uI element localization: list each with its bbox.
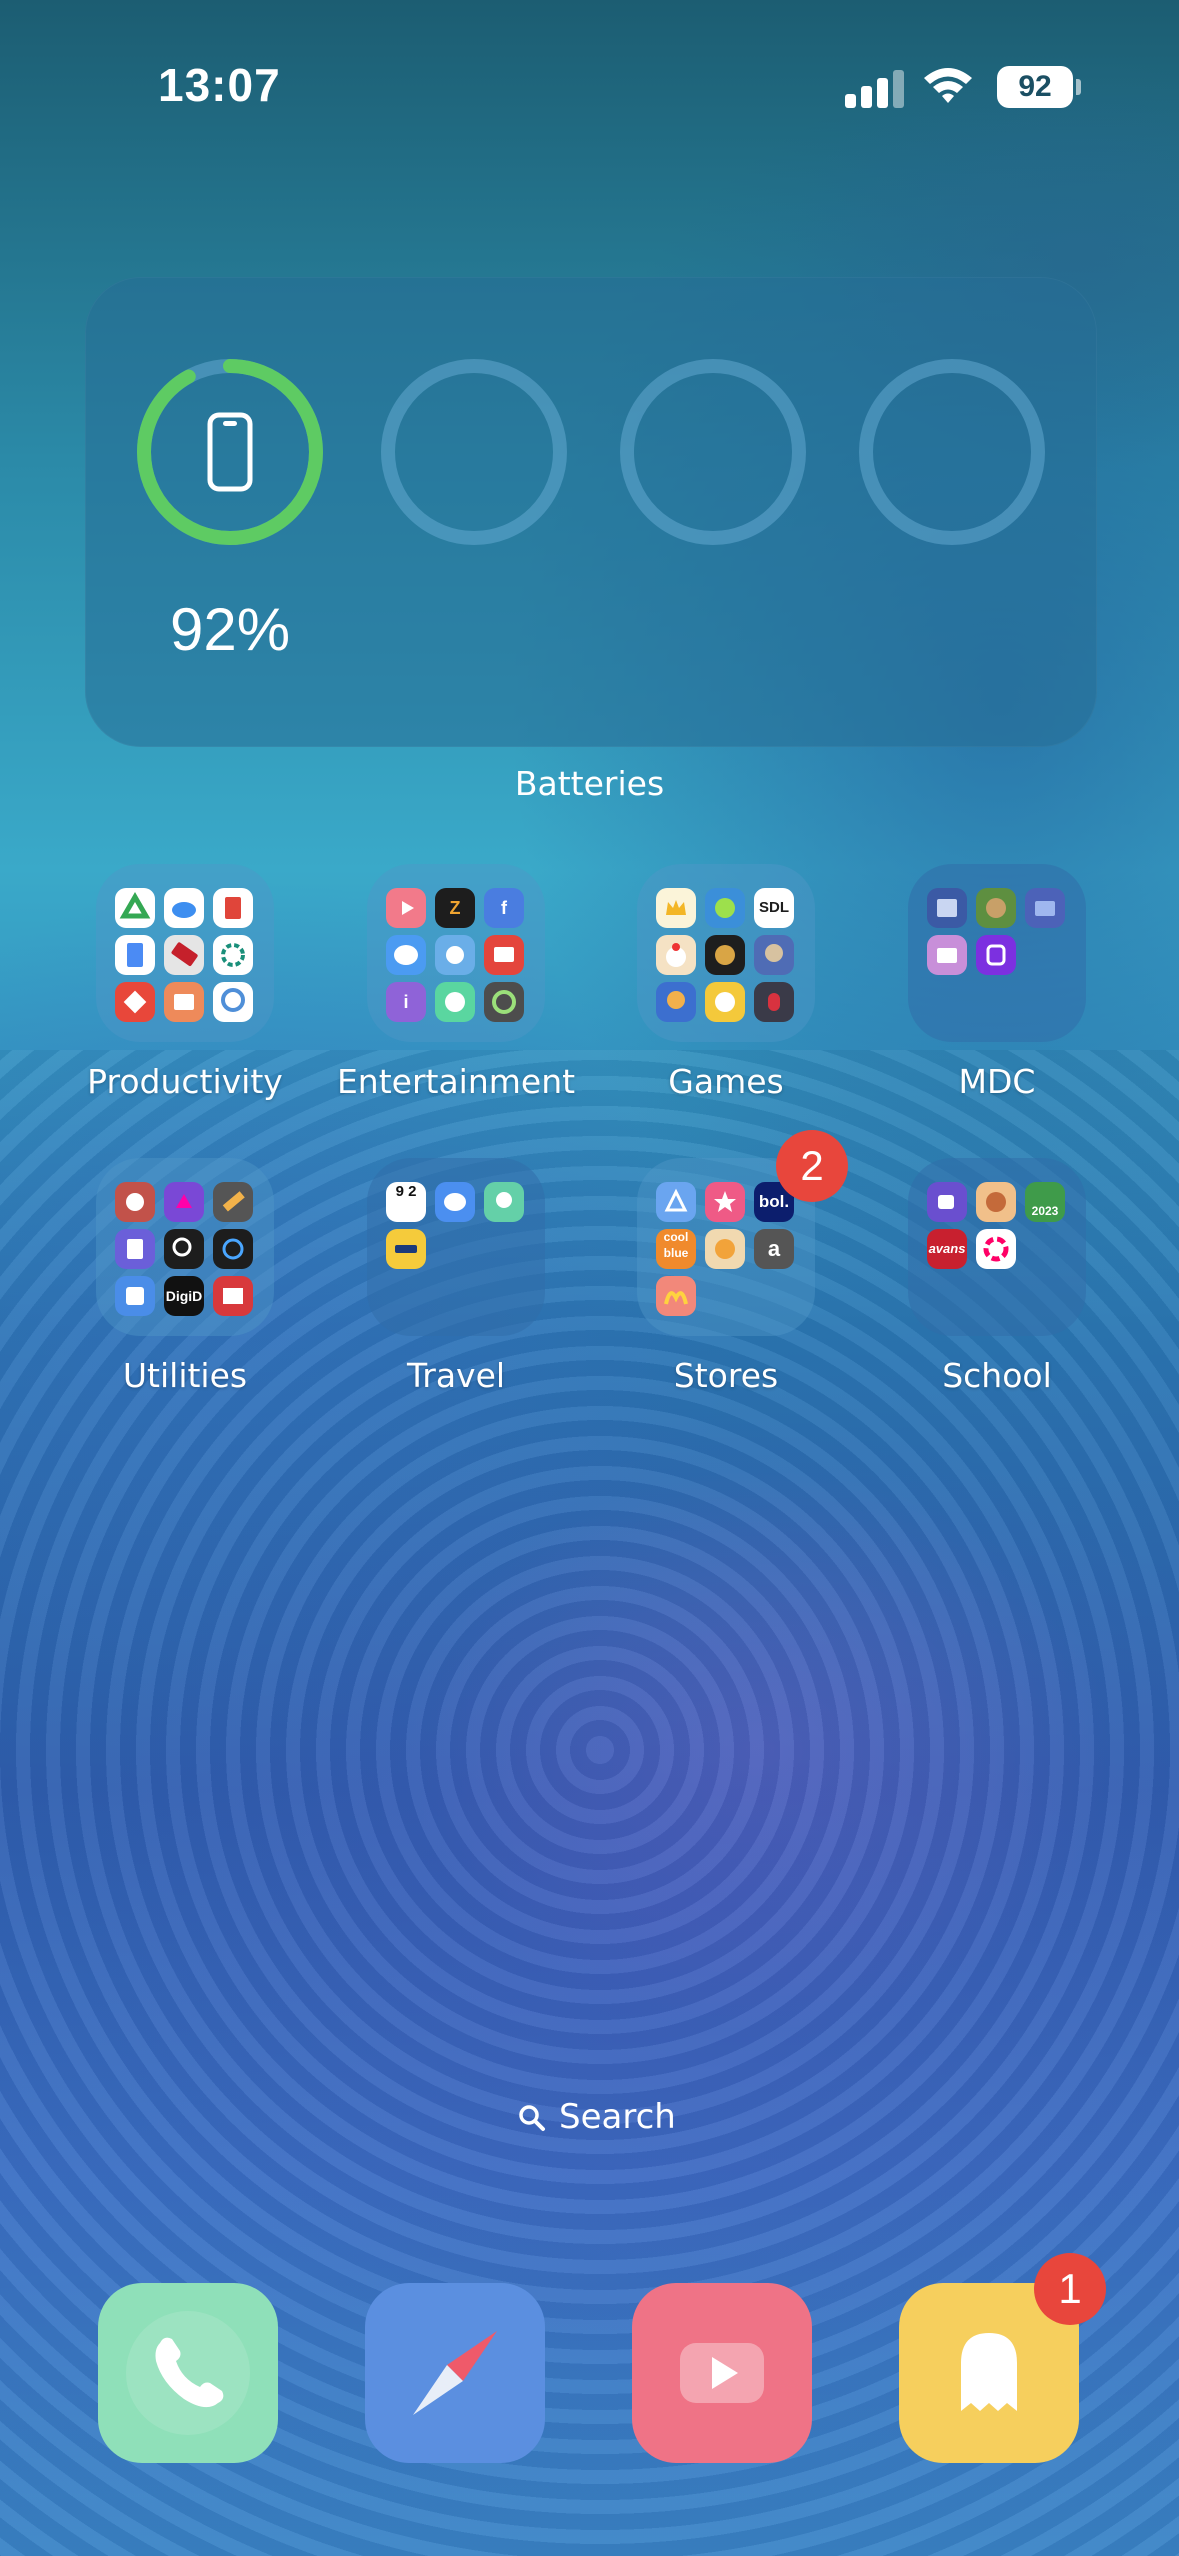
- folder-games[interactable]: SDL: [637, 864, 815, 1042]
- folder-label: Productivity: [87, 1062, 283, 1101]
- sdl-icon: SDL: [754, 888, 794, 928]
- digid-icon: DigiD: [164, 1276, 204, 1316]
- magnifier-icon: [519, 2105, 545, 2131]
- phone-icon: [126, 2311, 250, 2435]
- notification-badge: 1: [1034, 2253, 1106, 2325]
- exam-2023-icon: 2023: [1025, 1182, 1065, 1222]
- videoland-icon: [484, 935, 524, 975]
- status-time: 13:07: [158, 59, 281, 111]
- office-icon: [213, 888, 253, 928]
- waze-icon: [435, 1182, 475, 1222]
- slides-icon: [164, 982, 204, 1022]
- folder-label: Games: [668, 1062, 784, 1101]
- folder-utilities[interactable]: DigiD: [96, 1158, 274, 1336]
- folder-travel[interactable]: 9 2: [367, 1158, 545, 1336]
- news-icon: [927, 888, 967, 928]
- folder-label: Travel: [406, 1356, 506, 1395]
- compass-app-icon: [115, 1182, 155, 1222]
- notification-badge: 2: [776, 1130, 848, 1202]
- ns-icon: [386, 1229, 426, 1269]
- iphone-icon: [207, 412, 253, 492]
- folder-label: Entertainment: [336, 1062, 576, 1101]
- batteries-widget[interactable]: 92%: [85, 277, 1097, 747]
- google-drive-icon: [115, 888, 155, 928]
- amazon-icon: a: [754, 1229, 794, 1269]
- shortcut-app-icon: [976, 935, 1016, 975]
- folder-label: MDC: [958, 1062, 1036, 1101]
- battery-nub: [1076, 79, 1081, 95]
- farm-game-icon: [976, 888, 1016, 928]
- youtube-icon: [386, 888, 426, 928]
- ruler-icon: [213, 1182, 253, 1222]
- webcam-icon: [213, 982, 253, 1022]
- dock-safari[interactable]: [365, 2283, 545, 2463]
- info-app-icon: i: [386, 982, 426, 1022]
- empty-battery-slot: [618, 357, 808, 547]
- device-battery-percent: 92%: [170, 596, 291, 663]
- clash-icon: [705, 935, 745, 975]
- marktplaats-icon: [705, 1229, 745, 1269]
- folder-app-icon: [927, 935, 967, 975]
- ziggo-icon: Z: [435, 888, 475, 928]
- app-store-icon: [656, 1182, 696, 1222]
- empty-battery-slot: [379, 357, 569, 547]
- widget-title: Batteries: [514, 764, 665, 803]
- mcdonalds-icon: [656, 1276, 696, 1316]
- subway-surfers-icon: [656, 982, 696, 1022]
- magnifier-app-icon: [164, 1229, 204, 1269]
- compass-icon: [413, 2331, 497, 2415]
- wifi-icon: [922, 64, 974, 106]
- folder-label: School: [942, 1356, 1052, 1395]
- dock-snapchat[interactable]: 1: [899, 2253, 1106, 2463]
- coolblue-icon: cool blue: [656, 1229, 696, 1269]
- hero-game-icon: [754, 935, 794, 975]
- folder-label: Stores: [673, 1356, 779, 1395]
- sandisk-icon: [164, 935, 204, 975]
- dock-phone[interactable]: [98, 2283, 278, 2463]
- smiley-game-icon: [705, 982, 745, 1022]
- chicken-game-icon: [656, 935, 696, 975]
- device-battery-ring: [135, 357, 325, 547]
- shortcuts-icon: [164, 1182, 204, 1222]
- translate-icon: [115, 1276, 155, 1316]
- files-icon: [1025, 888, 1065, 928]
- racing-game-icon: [705, 888, 745, 928]
- accessibility-icon: [213, 1229, 253, 1269]
- messenger-icon: [386, 935, 426, 975]
- empty-battery-slot: [857, 357, 1047, 547]
- folder-entertainment[interactable]: Z f i: [367, 864, 545, 1042]
- search-label: Search: [559, 2097, 676, 2137]
- tv-icon: [435, 935, 475, 975]
- teams-icon: [927, 1182, 967, 1222]
- anydesk-icon: [115, 982, 155, 1022]
- maps-icon: [484, 1182, 524, 1222]
- folder-mdc[interactable]: [908, 864, 1086, 1042]
- spotlight-search-button[interactable]: Search: [505, 2092, 676, 2142]
- chat-icon: [435, 982, 475, 1022]
- xbox-icon: [484, 982, 524, 1022]
- icloud-drive-icon: [164, 888, 204, 928]
- photos-icon: [976, 1229, 1016, 1269]
- dock-youtube[interactable]: [632, 2283, 812, 2463]
- avans-icon: avans: [927, 1229, 967, 1269]
- cellular-signal-icon: [845, 66, 905, 108]
- itunes-store-icon: [705, 1182, 745, 1222]
- folder-label: Utilities: [122, 1356, 248, 1395]
- 9292-icon: 9 2: [386, 1182, 426, 1222]
- battery-indicator: 92: [997, 66, 1073, 108]
- calculator-icon: [115, 1229, 155, 1269]
- folder-stores[interactable]: bol. cool blue a 2: [637, 1130, 848, 1336]
- google-docs-icon: [115, 935, 155, 975]
- folder-productivity[interactable]: [96, 864, 274, 1042]
- news-app-icon: [213, 1276, 253, 1316]
- among-us-icon: [754, 982, 794, 1022]
- play-icon: [680, 2343, 764, 2403]
- facebook-icon: f: [484, 888, 524, 928]
- crown-game-icon: [656, 888, 696, 928]
- folder-school[interactable]: 2023 avans: [908, 1158, 1086, 1336]
- chatgpt-icon: [213, 935, 253, 975]
- school-game-icon: [976, 1182, 1016, 1222]
